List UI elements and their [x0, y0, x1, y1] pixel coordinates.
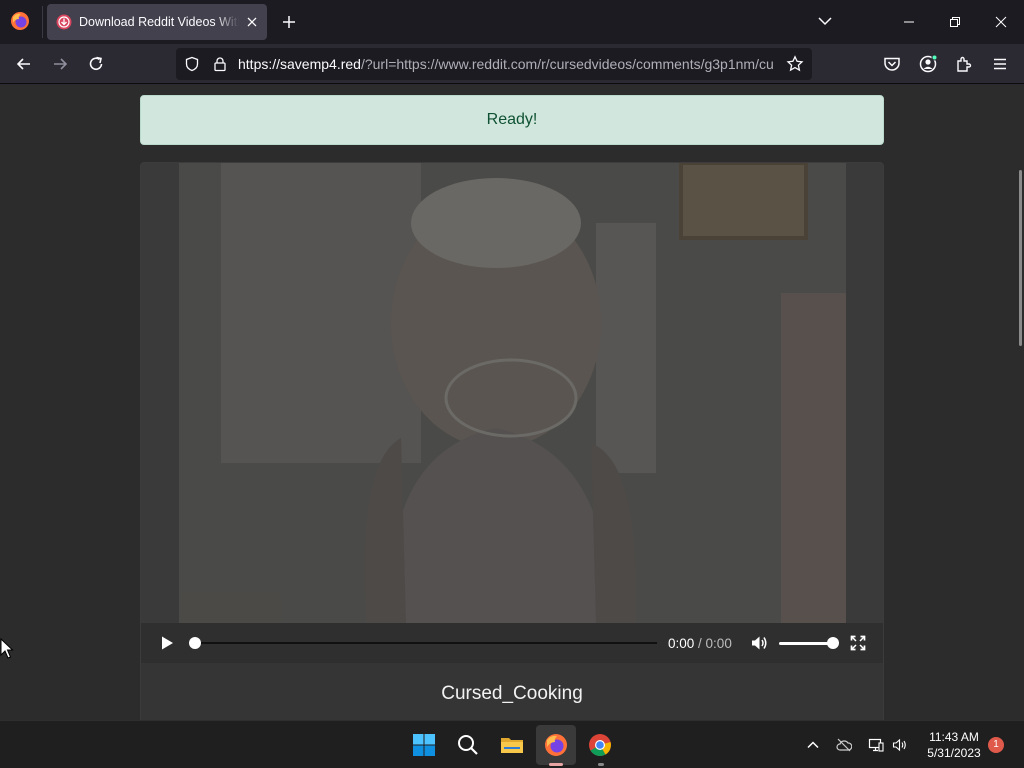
- chrome-icon[interactable]: [588, 733, 612, 757]
- minimize-button[interactable]: [886, 0, 932, 44]
- notification-badge[interactable]: 1: [988, 737, 1004, 753]
- play-icon[interactable]: [159, 635, 175, 651]
- star-icon[interactable]: [786, 55, 804, 73]
- restore-icon: [950, 17, 960, 27]
- page-scrollbar[interactable]: [1019, 170, 1022, 346]
- download-favicon-icon: [56, 14, 72, 30]
- close-window-button[interactable]: [978, 0, 1024, 44]
- volume-slider[interactable]: [779, 642, 833, 645]
- firefox-icon[interactable]: [544, 733, 568, 757]
- fullscreen-icon[interactable]: [850, 635, 866, 651]
- lock-icon[interactable]: [212, 56, 228, 72]
- windows-start-icon[interactable]: [412, 733, 436, 757]
- video-controls: 0:00 / 0:00: [141, 623, 883, 663]
- seek-bar[interactable]: [195, 642, 657, 644]
- account-icon[interactable]: [918, 54, 938, 74]
- url-path: /?url=https://www.reddit.com/r/cursedvid…: [360, 56, 774, 72]
- duration: 0:00: [705, 636, 732, 651]
- navigation-toolbar: https://savemp4.red/?url=https://www.red…: [0, 44, 1024, 84]
- active-tab[interactable]: Download Reddit Videos With S: [47, 4, 267, 40]
- extensions-icon[interactable]: [954, 54, 974, 74]
- minimize-icon: [904, 21, 914, 23]
- current-time: 0:00: [668, 636, 695, 651]
- clock-date: 5/31/2023: [927, 746, 981, 760]
- chrome-running-indicator: [598, 763, 604, 766]
- file-explorer-icon[interactable]: [500, 733, 524, 757]
- menu-icon[interactable]: [990, 54, 1010, 74]
- video-player[interactable]: [141, 163, 883, 623]
- volume-icon[interactable]: [750, 634, 768, 652]
- tab-title: Download Reddit Videos With S: [79, 15, 239, 29]
- pocket-icon[interactable]: [882, 54, 902, 74]
- restore-button[interactable]: [932, 0, 978, 44]
- address-bar[interactable]: https://savemp4.red/?url=https://www.red…: [176, 48, 812, 80]
- firefox-active-indicator: [549, 763, 563, 766]
- time-display: 0:00 / 0:00: [668, 636, 732, 651]
- reload-icon[interactable]: [86, 54, 106, 74]
- onedrive-icon[interactable]: [836, 737, 852, 753]
- shield-icon[interactable]: [184, 56, 200, 72]
- speaker-icon[interactable]: [892, 737, 908, 753]
- chevron-down-icon[interactable]: [816, 14, 834, 28]
- web-page: Ready! 0:00 / 0:00 Cursed_Cooking: [0, 85, 1024, 720]
- plus-icon[interactable]: [280, 13, 298, 31]
- seek-thumb[interactable]: [189, 637, 201, 649]
- volume-thumb[interactable]: [827, 637, 839, 649]
- tab-strip: Download Reddit Videos With S: [0, 0, 1024, 44]
- forward-icon[interactable]: [50, 54, 70, 74]
- firefox-icon[interactable]: [10, 11, 30, 31]
- url-domain: https://savemp4.red: [238, 56, 361, 72]
- system-clock[interactable]: 11:43 AM 5/31/2023: [918, 729, 990, 761]
- clock-time: 11:43 AM: [929, 730, 979, 744]
- time-separator: /: [694, 636, 706, 651]
- search-icon[interactable]: [456, 733, 480, 757]
- network-icon[interactable]: [868, 737, 884, 753]
- chevron-up-icon[interactable]: [805, 737, 821, 753]
- url-text[interactable]: https://savemp4.red/?url=https://www.red…: [238, 56, 778, 72]
- status-alert: Ready!: [140, 95, 884, 145]
- video-card: 0:00 / 0:00 Cursed_Cooking: [140, 162, 884, 720]
- back-icon[interactable]: [14, 54, 34, 74]
- video-title: Cursed_Cooking: [441, 683, 583, 704]
- windows-taskbar: 11:43 AM 5/31/2023 1: [0, 720, 1024, 768]
- alert-text: Ready!: [486, 111, 538, 128]
- video-frame-image: [141, 163, 883, 623]
- mouse-cursor-icon: [0, 638, 14, 659]
- tab-divider: [42, 6, 43, 38]
- close-icon[interactable]: [245, 15, 259, 29]
- close-icon: [995, 16, 1007, 28]
